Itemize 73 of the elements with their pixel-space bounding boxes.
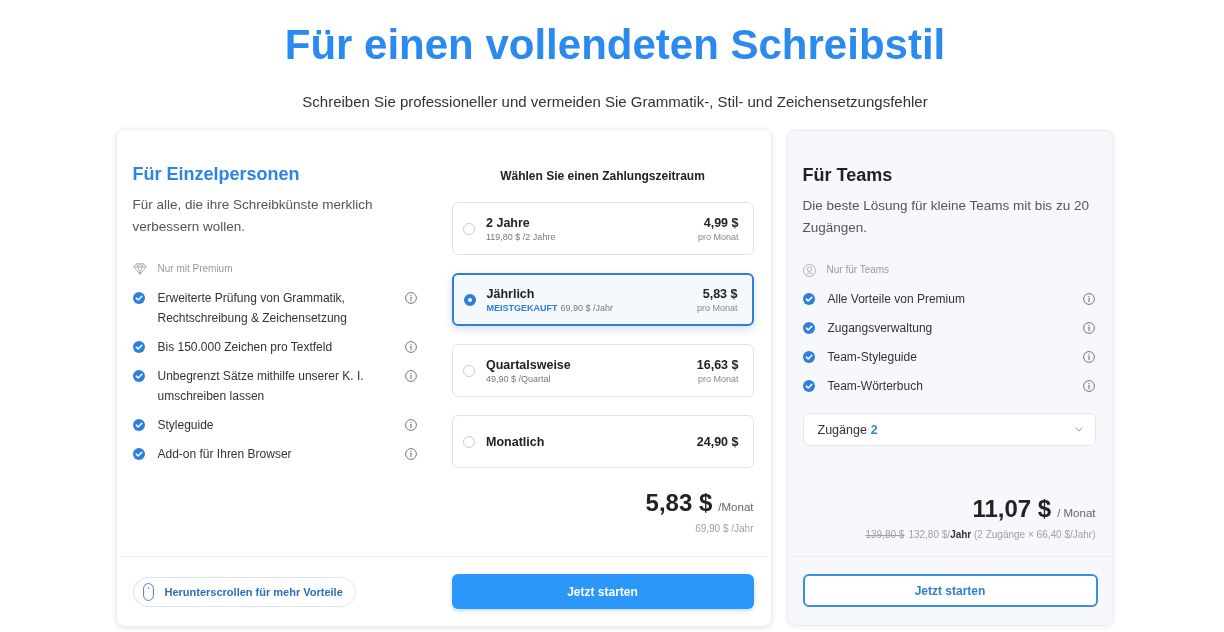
feature-text: Bis 150.000 Zeichen pro Textfeld (157, 339, 334, 356)
option-price-note: pro Monat (696, 301, 738, 314)
mouse-icon (142, 582, 154, 601)
option-price-note: pro Monat (697, 230, 739, 243)
option-name: Quartalsweise (486, 356, 571, 373)
billing-heading: Wählen Sie einen Zahlungszeitraum (499, 168, 706, 184)
plan-description: Die beste Lösung für kleine Teams mit bis zu 20 Zugängen. (802, 197, 1090, 237)
feature-text: Unbegrenzt Sätze mithilfe unserer K. I. umschreiben lassen (157, 368, 365, 405)
price-note: 132,80 $/Jahr (2 Zugänge × 66,40 $/Jahr) (908, 528, 1096, 541)
feature-text: Zugangsverwaltung (827, 320, 934, 337)
start-button[interactable]: Jetzt starten (802, 574, 1098, 607)
price-unit: /Monat (718, 500, 754, 514)
info-icon[interactable] (1082, 380, 1095, 392)
feature-text: Styleguide (157, 417, 215, 434)
option-price-note: pro Monat (697, 372, 739, 385)
seats-select[interactable]: Zugänge 2 (802, 413, 1096, 446)
feature-text: Erweiterte Prüfung von Grammatik, Rechtschreibung & Zeichensetzung (157, 290, 348, 327)
check-icon (132, 292, 145, 304)
billing-option[interactable]: Quartalsweise 49,90 $ /Quartal 16,63 $ pro Monat (451, 344, 754, 397)
check-icon (132, 370, 145, 382)
info-icon[interactable] (1082, 293, 1095, 305)
check-icon (132, 419, 145, 431)
scroll-hint-button[interactable]: Herunterscrollen für mehr Vorteile (132, 576, 356, 607)
feature-group-label: Nur mit Premium (157, 262, 233, 276)
option-price: 24,90 $ (696, 433, 739, 450)
billing-option[interactable]: Jährlich MEISTGEKAUFT 69,90 $ /Jahr 5,83 $ pro Monat (451, 273, 754, 326)
total-price: 11,07 $ (972, 494, 1052, 524)
price-unit: / Monat (1057, 506, 1096, 520)
feature-group-label: Nur für Teams (826, 263, 890, 277)
check-icon (802, 322, 815, 334)
radio-icon (463, 222, 475, 235)
check-icon (802, 351, 815, 363)
plan-title: Für Teams (802, 164, 894, 186)
chevron-down-icon (1074, 427, 1083, 432)
option-detail: 69,90 $ /Jahr (560, 301, 614, 314)
check-icon (132, 448, 145, 460)
option-detail: 119,80 $ /2 Jahre (486, 230, 556, 243)
option-price: 16,63 $ (696, 356, 739, 373)
feature-text: Add-on für Ihren Browser (157, 446, 293, 463)
option-name: Jährlich (486, 285, 536, 302)
check-icon (802, 293, 815, 305)
price-note: 69,90 $ /Jahr (695, 522, 754, 535)
option-price: 5,83 $ (702, 285, 738, 302)
radio-icon (463, 435, 475, 448)
billing-option[interactable]: 2 Jahre 119,80 $ /2 Jahre 4,99 $ pro Monat (451, 202, 754, 255)
radio-icon (463, 364, 475, 377)
total-price: 5,83 $ (645, 488, 713, 518)
user-circle-icon (802, 263, 816, 277)
info-icon[interactable] (404, 292, 417, 304)
option-price: 4,99 $ (703, 214, 739, 231)
diamond-icon (132, 263, 147, 275)
info-icon[interactable] (404, 419, 417, 431)
billing-option[interactable]: Monatlich 24,90 $ (451, 415, 754, 468)
info-icon[interactable] (1082, 351, 1095, 363)
bestseller-label: MEISTGEKAUFT (486, 301, 558, 314)
plan-title: Für Einzelpersonen (132, 163, 301, 185)
info-icon[interactable] (404, 448, 417, 460)
page-title: Für einen vollendeten Schreibstil (284, 20, 946, 70)
feature-text: Alle Vorteile von Premium (827, 291, 966, 308)
info-icon[interactable] (404, 341, 417, 353)
feature-text: Team-Wörterbuch (827, 378, 924, 395)
info-icon[interactable] (404, 370, 417, 382)
check-icon (132, 341, 145, 353)
option-name: Monatlich (486, 433, 545, 450)
option-name: 2 Jahre (486, 214, 531, 231)
old-price: 139,80 $ (865, 528, 905, 541)
info-icon[interactable] (1082, 322, 1095, 334)
check-icon (802, 380, 815, 392)
option-detail: 49,90 $ /Quartal (486, 372, 551, 385)
page-subtitle: Schreiben Sie professioneller und vermeiden Sie Grammatik-, Stil- und Zeichensetzungsfehler (302, 93, 928, 111)
feature-text: Team-Styleguide (827, 349, 918, 366)
plan-description: Für alle, die ihre Schreibkünste merklich verbessern wollen. (132, 196, 374, 236)
radio-icon (463, 293, 476, 306)
